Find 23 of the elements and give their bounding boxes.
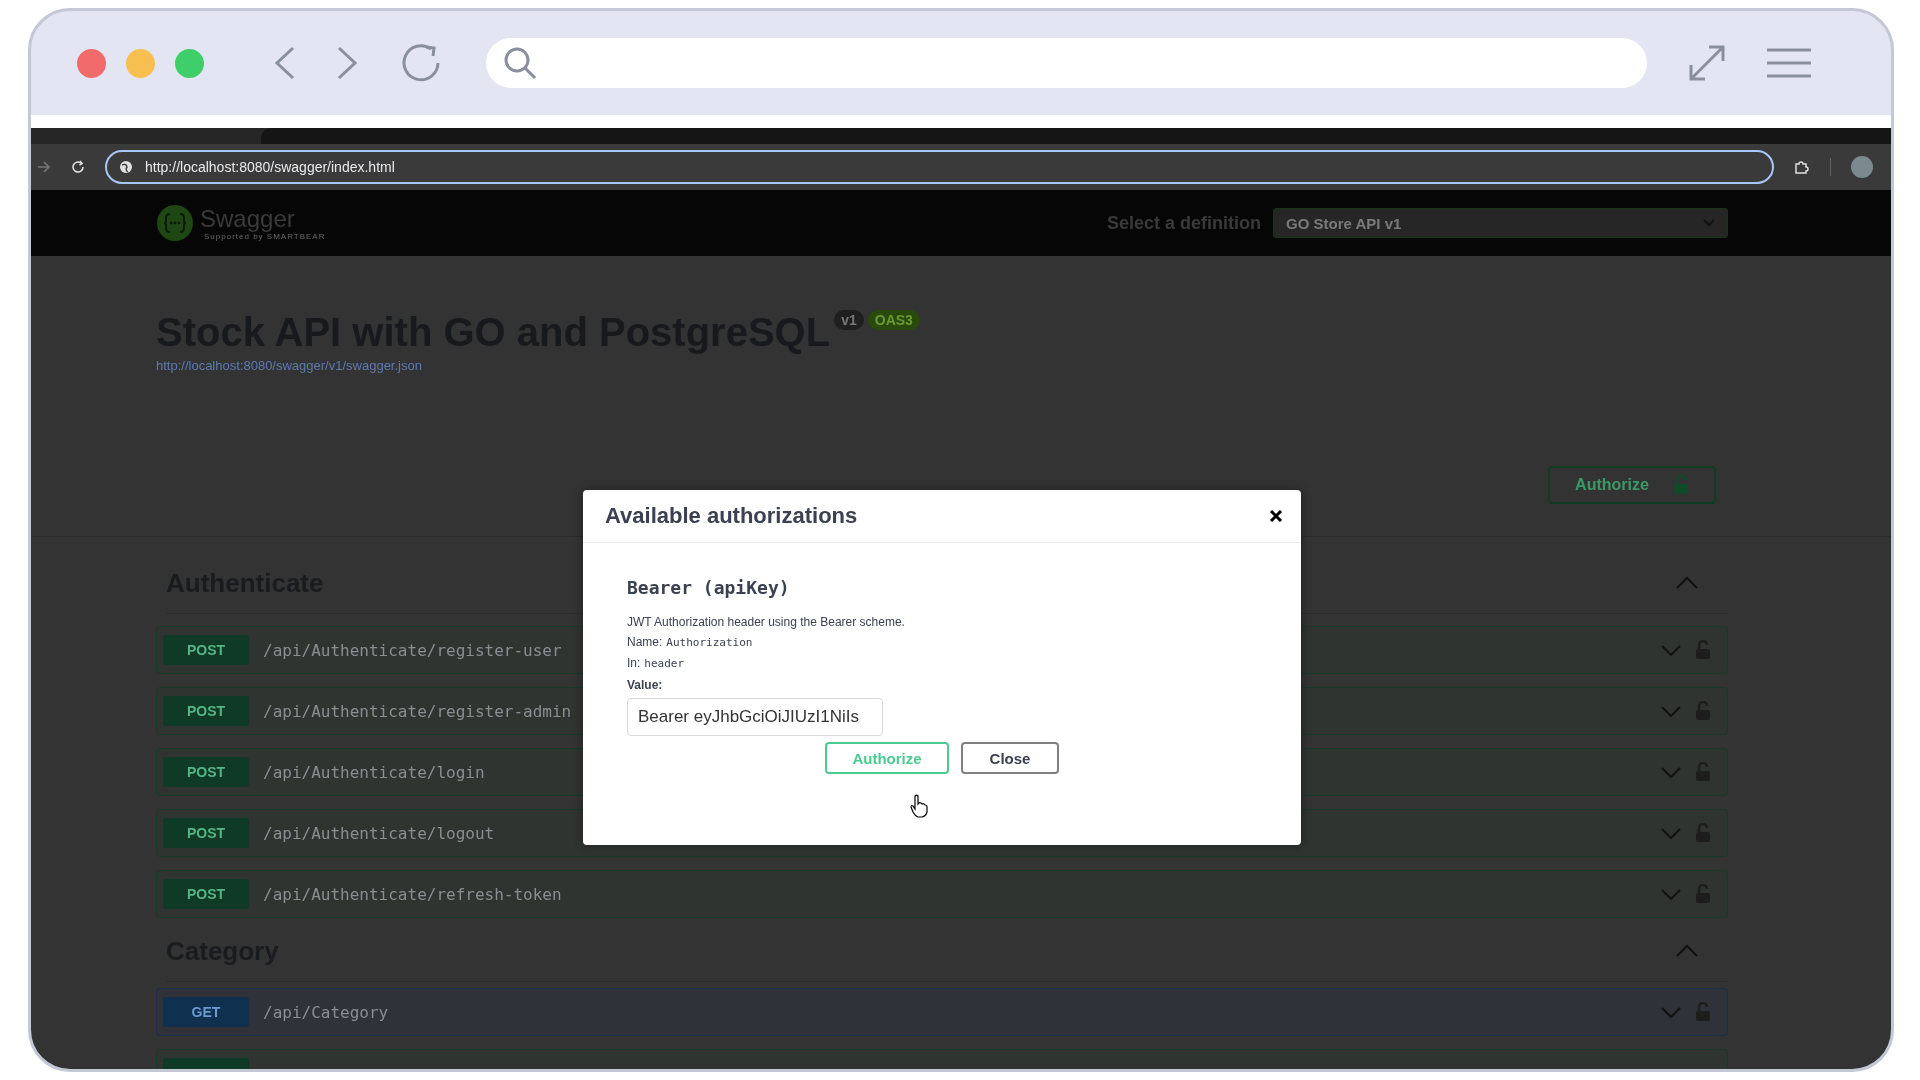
endpoint-path: /api/Authenticate/login (263, 762, 485, 782)
scheme-description: JWT Authorization header using the Bearer scheme. (627, 614, 905, 631)
method-badge: POST (163, 696, 249, 726)
endpoint-path: /api/Authenticate/register-admin (263, 701, 572, 721)
name-label: Name: (627, 634, 663, 651)
spec-badge: OAS3 (867, 310, 920, 330)
method-badge: POST (163, 879, 249, 909)
in-label: In: (627, 655, 641, 672)
value-label: Value: (627, 678, 663, 692)
endpoint-path: /api/Authenticate/register-user (263, 640, 562, 660)
endpoint-path: /api/Authenticate/refresh-token (263, 884, 562, 904)
endpoint-path: /api/Authenticate/logout (263, 823, 495, 843)
method-badge: GET (163, 997, 249, 1027)
name-value: Authorization (666, 635, 753, 651)
method-badge: POST (163, 635, 249, 665)
brand-tagline: Supported by SMARTBEAR (204, 231, 326, 241)
endpoint-path: /api/Category (263, 1002, 389, 1022)
method-badge: POST (163, 757, 249, 787)
scheme-title: Bearer (apiKey) (627, 577, 790, 598)
dialog-title: Available authorizations (605, 503, 858, 529)
method-badge: POST (163, 818, 249, 848)
in-value: header (644, 656, 685, 672)
version-badge: v1 (834, 310, 864, 330)
